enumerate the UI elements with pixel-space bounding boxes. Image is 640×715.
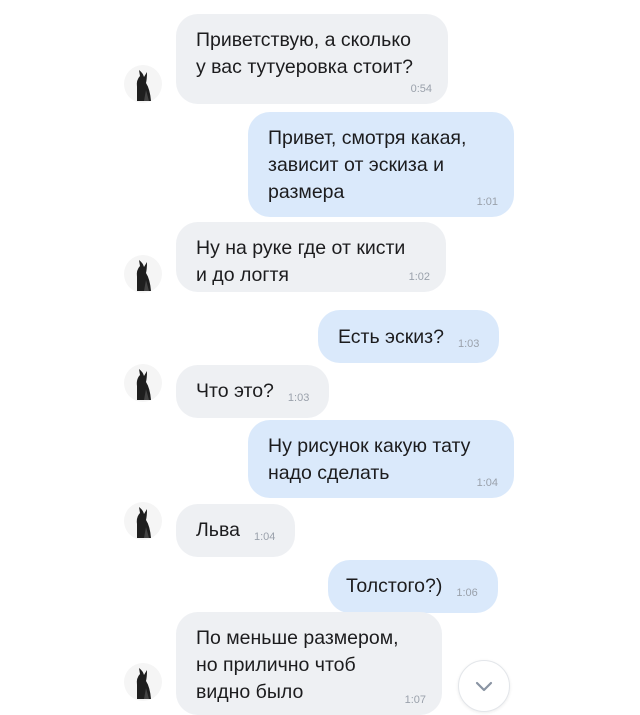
message-text: Что это? <box>196 380 274 402</box>
message-incoming[interactable]: Льва 1:04 <box>176 504 296 557</box>
message-time: 1:03 <box>457 338 480 350</box>
message-time: 1:04 <box>253 531 276 543</box>
message-time: 1:03 <box>287 392 310 404</box>
chevron-down-icon <box>475 681 493 692</box>
message-text: По меньше размером, но прилично чтоб вид… <box>196 627 399 703</box>
contact-avatar[interactable] <box>124 255 162 293</box>
contact-avatar[interactable] <box>124 663 162 701</box>
message-text: Есть эскиз? <box>338 326 444 348</box>
message-outgoing[interactable]: Ну рисунок какую тату надо сделать 1:04 <box>248 420 514 498</box>
scroll-down-button[interactable] <box>458 660 510 712</box>
avatar-image <box>136 507 151 538</box>
message-time: 1:06 <box>456 587 478 599</box>
message-time: 1:02 <box>408 271 430 283</box>
message-time: 1:01 <box>476 196 498 208</box>
message-text: Приветствую, а сколько у вас тутуеровка … <box>196 29 413 78</box>
avatar-image <box>136 668 151 699</box>
message-text: Ну рисунок какую тату надо сделать <box>268 435 471 484</box>
message-outgoing[interactable]: Привет, смотря какая, зависит от эскиза … <box>248 112 514 217</box>
message-incoming[interactable]: Что это? 1:03 <box>176 365 330 418</box>
message-time: 0:54 <box>410 83 432 95</box>
message-incoming[interactable]: По меньше размером, но прилично чтоб вид… <box>176 612 442 715</box>
message-text: Толстого?) <box>346 575 443 597</box>
message-time: 1:07 <box>404 694 426 706</box>
avatar-image <box>136 70 151 101</box>
message-incoming[interactable]: Приветствую, а сколько у вас тутуеровка … <box>176 14 448 104</box>
message-text: Льва <box>196 519 240 541</box>
message-time: 1:04 <box>476 477 498 489</box>
avatar-image <box>136 369 151 400</box>
contact-avatar[interactable] <box>124 364 162 402</box>
contact-avatar[interactable] <box>124 65 162 103</box>
message-incoming[interactable]: Ну на руке где от кисти и до логтя 1:02 <box>176 222 446 292</box>
avatar-image <box>136 260 151 291</box>
message-outgoing[interactable]: Толстого?) 1:06 <box>328 560 498 613</box>
chat-history[interactable]: Приветствую, а сколько у вас тутуеровка … <box>0 0 640 715</box>
contact-avatar[interactable] <box>124 502 162 540</box>
message-text: Ну на руке где от кисти и до логтя <box>196 237 406 286</box>
message-outgoing[interactable]: Есть эскиз? 1:03 <box>318 310 500 363</box>
message-text: Привет, смотря какая, зависит от эскиза … <box>268 127 467 203</box>
